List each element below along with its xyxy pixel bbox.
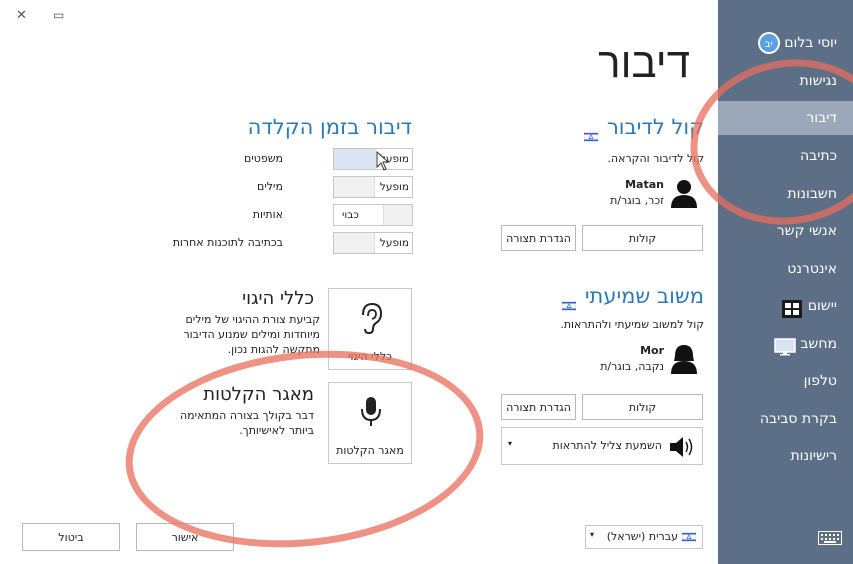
auditory-voices-button[interactable]: קולות xyxy=(582,394,703,420)
flag-icon xyxy=(681,531,697,545)
toggle-state: מופעל xyxy=(379,181,409,193)
typing-speech-title: דיבור בזמן הקלדה xyxy=(247,115,412,139)
sidebar-item-environment-control[interactable]: בקרת סביבה xyxy=(760,402,837,436)
typing-row-label-sentences: משפטים xyxy=(243,152,283,165)
speech-voice-description: קול לדיבור והקראה. xyxy=(607,152,704,165)
auditory-feedback-title: משוב שמיעתי xyxy=(561,284,704,312)
avatar: יב xyxy=(757,32,780,54)
windows-logo-icon xyxy=(781,297,803,318)
sidebar-item-licenses[interactable]: רישיונות xyxy=(790,439,837,473)
typing-row-label-words: מילים xyxy=(257,180,283,193)
alert-sound-dropdown[interactable]: השמעת צליל להתראות ▾ xyxy=(501,427,703,465)
cancel-button[interactable]: ביטול xyxy=(22,523,120,551)
alert-sound-label: השמעת צליל להתראות xyxy=(552,439,662,452)
typing-row-label-letters: אותיות xyxy=(252,208,283,221)
chevron-down-icon: ▾ xyxy=(508,439,513,448)
speaker-icon xyxy=(668,436,694,461)
toggle-off-part xyxy=(334,233,375,253)
user-name: יוסי בלום xyxy=(784,35,837,51)
ear-icon xyxy=(357,301,383,338)
monitor-icon xyxy=(774,335,796,356)
auditory-voice-name: Mor xyxy=(640,344,664,357)
letters-toggle[interactable]: כבוי xyxy=(333,204,413,226)
restore-icon[interactable]: ▭ xyxy=(53,8,64,22)
chevron-down-icon: ▾ xyxy=(590,530,595,539)
toggle-off-part xyxy=(334,149,376,169)
female-voice-avatar-icon xyxy=(670,344,698,377)
other-apps-toggle[interactable]: מופעל xyxy=(333,232,413,254)
language-label: עברית (ישראל) xyxy=(606,530,678,543)
toggle-on-part xyxy=(383,205,412,225)
words-toggle[interactable]: מופעל xyxy=(333,176,413,198)
sidebar-item-phone[interactable]: טלפון xyxy=(804,364,837,398)
speech-voice-details: זכר, בוגר/ת xyxy=(610,194,664,207)
pronunciation-title: כללי היגוי xyxy=(242,288,314,309)
pronunciation-description: קביעת צורת ההיגוי של מילים מיוחדות ומילי… xyxy=(183,313,320,356)
sidebar-user[interactable]: יוסי בלום יב xyxy=(754,26,837,60)
speech-voices-button[interactable]: קולות xyxy=(582,225,703,251)
close-icon[interactable]: ✕ xyxy=(16,8,27,23)
language-dropdown[interactable]: עברית (ישראל) ▾ xyxy=(585,525,703,549)
toggle-off-part xyxy=(334,177,375,197)
toggle-state: כבוי xyxy=(342,209,359,221)
sidebar-item-internet[interactable]: אינטרנט xyxy=(787,252,837,286)
mouse-cursor-icon xyxy=(376,150,390,174)
speech-configure-button[interactable]: הגדרת תצורה xyxy=(501,225,576,251)
sidebar-item-application[interactable]: יישום xyxy=(775,289,837,323)
sidebar-item-computer[interactable]: מחשב xyxy=(768,327,837,361)
speech-voice-name: Matan xyxy=(625,178,664,191)
toggle-state: מופעל xyxy=(379,237,409,249)
auditory-voice-details: נקבה, בוגר/ת xyxy=(600,360,664,373)
male-voice-avatar-icon xyxy=(670,178,698,211)
auditory-configure-button[interactable]: הגדרת תצורה xyxy=(501,394,576,420)
page-title: דיבור xyxy=(598,38,690,87)
speech-voice-title: קול לדיבור xyxy=(584,115,704,143)
flag-icon xyxy=(561,292,577,312)
keyboard-icon[interactable] xyxy=(818,531,842,548)
auditory-feedback-description: קול למשוב שמיעתי ולהתראות. xyxy=(560,318,704,331)
sentences-toggle[interactable]: מופעל xyxy=(333,148,413,171)
typing-row-label-other-apps: בכתיבה לתוכנות אחרות xyxy=(172,236,283,249)
flag-icon xyxy=(584,123,599,143)
